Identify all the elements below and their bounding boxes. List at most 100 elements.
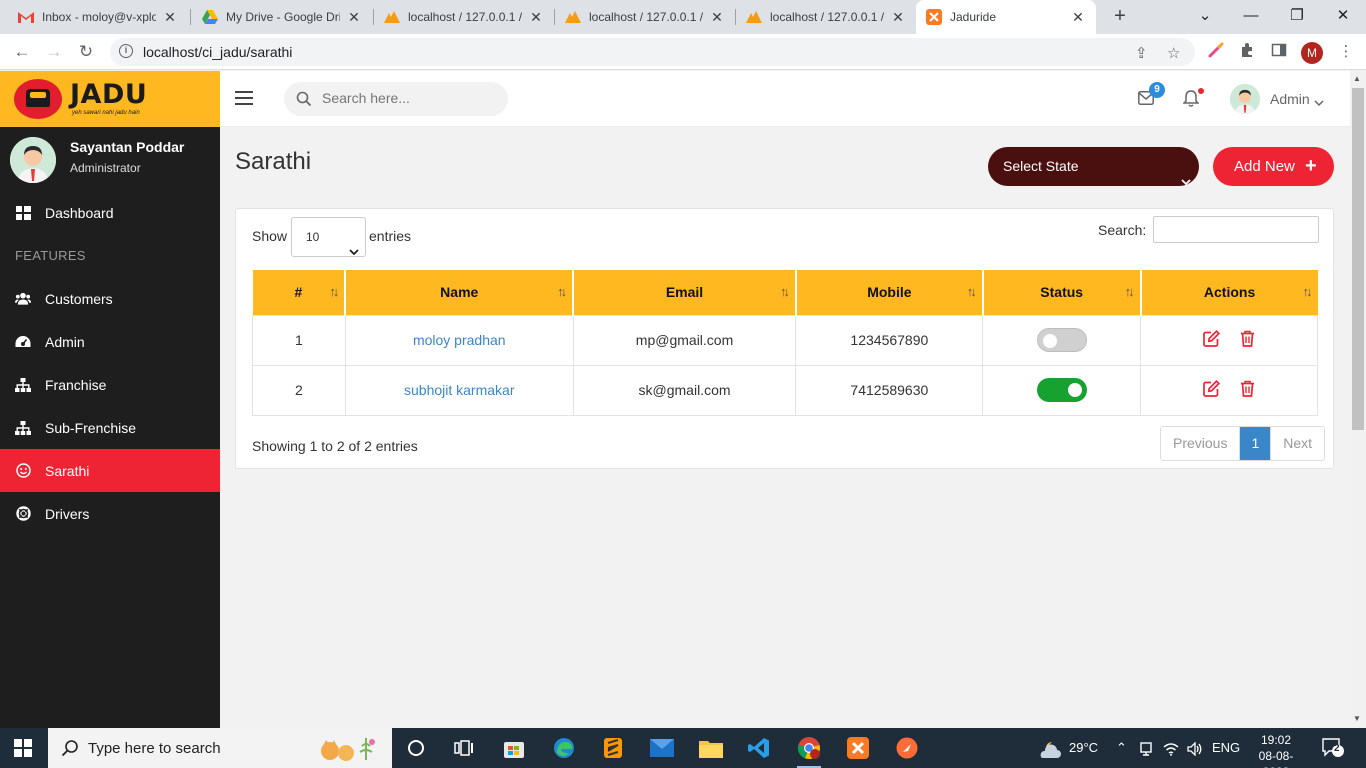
new-tab-button[interactable]: + (1108, 5, 1132, 29)
edit-icon[interactable] (1203, 329, 1221, 350)
scrollbar-thumb[interactable] (1352, 88, 1364, 430)
windows-start-icon[interactable] (14, 739, 32, 757)
column-header-email[interactable]: Email ↑↓ (572, 270, 796, 315)
clock-time: 19:02 (1260, 733, 1292, 747)
avatar[interactable] (1230, 84, 1260, 114)
column-header-status[interactable]: Status ↑↓ (981, 270, 1141, 315)
scroll-down-arrow-icon[interactable]: ▼ (1353, 714, 1361, 723)
sidebar-item-customers[interactable]: Customers (0, 277, 220, 320)
table-search-label: Search: (1098, 222, 1147, 238)
column-header-index[interactable]: # ↑↓ (252, 270, 346, 315)
bookmark-star-icon[interactable]: ☆ (1167, 44, 1180, 62)
scroll-up-arrow-icon[interactable]: ▲ (1353, 74, 1361, 83)
pagination-previous[interactable]: Previous (1161, 427, 1240, 460)
browser-menu-icon[interactable]: ⋮ (1336, 42, 1356, 62)
browser-tab-drive[interactable]: My Drive - Google Dri ✕ (192, 0, 372, 34)
extensions-puzzle-icon[interactable] (1237, 42, 1257, 62)
postman-icon[interactable] (893, 734, 921, 762)
search-input[interactable] (322, 90, 497, 106)
cell-email: sk@gmail.com (572, 364, 796, 416)
gauge-icon (15, 334, 31, 350)
minimize-button[interactable]: — (1228, 0, 1274, 34)
language-indicator[interactable]: ENG (1212, 728, 1240, 768)
forward-arrow-icon[interactable]: → (42, 40, 66, 64)
sidebar-item-franchise[interactable]: Franchise (0, 363, 220, 406)
cell-name-link[interactable]: moloy pradhan (344, 314, 574, 365)
tab-close-icon[interactable]: ✕ (709, 9, 725, 26)
close-window-button[interactable]: ✕ (1320, 0, 1366, 34)
edge-browser-icon[interactable] (550, 734, 578, 762)
sidebar-item-drivers[interactable]: Drivers (0, 492, 220, 535)
mail-app-icon[interactable] (648, 734, 676, 762)
column-header-mobile[interactable]: Mobile ↑↓ (794, 270, 983, 315)
url-text[interactable]: localhost/ci_jadu/sarathi (143, 44, 292, 60)
restore-button[interactable]: ❐ (1274, 0, 1320, 34)
browser-tab-gmail[interactable]: Inbox - moloy@v-xplo ✕ (8, 0, 188, 34)
column-header-actions[interactable]: Actions ↑↓ (1139, 270, 1318, 315)
browser-tab-jaduride[interactable]: Jaduride ✕ (916, 0, 1096, 34)
sublime-text-icon[interactable] (599, 734, 627, 762)
cell-status (982, 364, 1141, 416)
taskbar-clock[interactable]: 19:02 08-08-2022 (1248, 732, 1304, 768)
bell-icon[interactable] (1182, 90, 1200, 110)
tab-search-icon[interactable]: ⌄ (1182, 0, 1228, 34)
extension-pen-icon[interactable] (1206, 42, 1226, 62)
brand-logo[interactable]: JADU yeh sawari nahi jadu hain (0, 71, 220, 127)
sidebar-item-sub-frenchise[interactable]: Sub-Frenchise (0, 406, 220, 449)
table-search-input[interactable] (1153, 216, 1319, 243)
sort-icon: ↑↓ (966, 284, 977, 299)
header-search[interactable] (284, 82, 508, 116)
weather-temperature[interactable]: 29°C (1069, 728, 1098, 768)
status-toggle[interactable] (1036, 328, 1087, 352)
sidebar-item-admin[interactable]: Admin (0, 320, 220, 363)
browser-tab-phpmyadmin-1[interactable]: localhost / 127.0.0.1 / ✕ (374, 0, 554, 34)
tab-close-icon[interactable]: ✕ (890, 9, 906, 26)
sidebar-item-sarathi[interactable]: Sarathi (0, 449, 220, 492)
entries-length-select[interactable]: 10 (291, 217, 366, 257)
chevron-down-icon (1181, 162, 1191, 201)
status-toggle[interactable] (1036, 378, 1087, 402)
trash-icon[interactable] (1240, 380, 1255, 400)
microsoft-store-icon[interactable] (500, 734, 528, 762)
tab-close-icon[interactable]: ✕ (528, 9, 544, 26)
taskbar-search[interactable]: Type here to search (48, 728, 392, 768)
sidebar-item-label: Dashboard (45, 204, 114, 221)
menu-toggle-icon[interactable] (235, 91, 253, 107)
pagination-page[interactable]: 1 (1239, 427, 1271, 460)
page-scrollbar[interactable]: ▲ ▼ (1350, 71, 1366, 728)
cell-name-link[interactable]: subhojit karmakar (344, 364, 574, 416)
address-bar[interactable]: i localhost/ci_jadu/sarathi ⇪ ☆ (110, 38, 1195, 66)
file-explorer-icon[interactable] (697, 734, 725, 762)
chevron-down-icon[interactable] (1314, 94, 1324, 110)
volume-icon[interactable] (1187, 728, 1203, 768)
task-view-icon[interactable] (450, 734, 478, 762)
vscode-icon[interactable] (745, 734, 773, 762)
wifi-icon[interactable] (1163, 728, 1179, 768)
browser-tab-phpmyadmin-3[interactable]: localhost / 127.0.0.1 / ✕ (736, 0, 916, 34)
chrome-icon[interactable] (795, 734, 823, 768)
cortana-icon[interactable] (402, 734, 430, 762)
site-info-icon[interactable]: i (119, 44, 133, 58)
column-header-name[interactable]: Name ↑↓ (344, 270, 574, 315)
tab-close-icon[interactable]: ✕ (1070, 9, 1086, 26)
admin-user-menu[interactable]: Admin (1270, 91, 1310, 107)
select-state-dropdown[interactable]: Select State (988, 147, 1199, 186)
back-arrow-icon[interactable]: ← (10, 40, 34, 64)
tab-close-icon[interactable]: ✕ (162, 9, 178, 26)
side-panel-icon[interactable] (1269, 42, 1289, 62)
trash-icon[interactable] (1240, 330, 1255, 350)
notification-center-icon[interactable] (1322, 738, 1344, 761)
edit-icon[interactable] (1203, 379, 1221, 400)
tab-close-icon[interactable]: ✕ (346, 9, 362, 26)
share-icon[interactable]: ⇪ (1135, 44, 1148, 62)
browser-tab-phpmyadmin-2[interactable]: localhost / 127.0.0.1 / ✕ (555, 0, 735, 34)
add-new-button[interactable]: Add New + (1213, 147, 1334, 186)
chevron-up-icon[interactable]: ⌃ (1116, 728, 1127, 768)
reload-icon[interactable]: ↻ (74, 40, 98, 64)
sidebar-item-dashboard[interactable]: Dashboard (0, 191, 220, 234)
pagination-next[interactable]: Next (1270, 427, 1325, 460)
network-adapter-icon[interactable] (1139, 728, 1153, 768)
xampp-icon[interactable] (844, 734, 872, 762)
browser-profile-avatar[interactable]: M (1301, 42, 1323, 64)
weather-cloud-icon[interactable] (1038, 736, 1062, 760)
